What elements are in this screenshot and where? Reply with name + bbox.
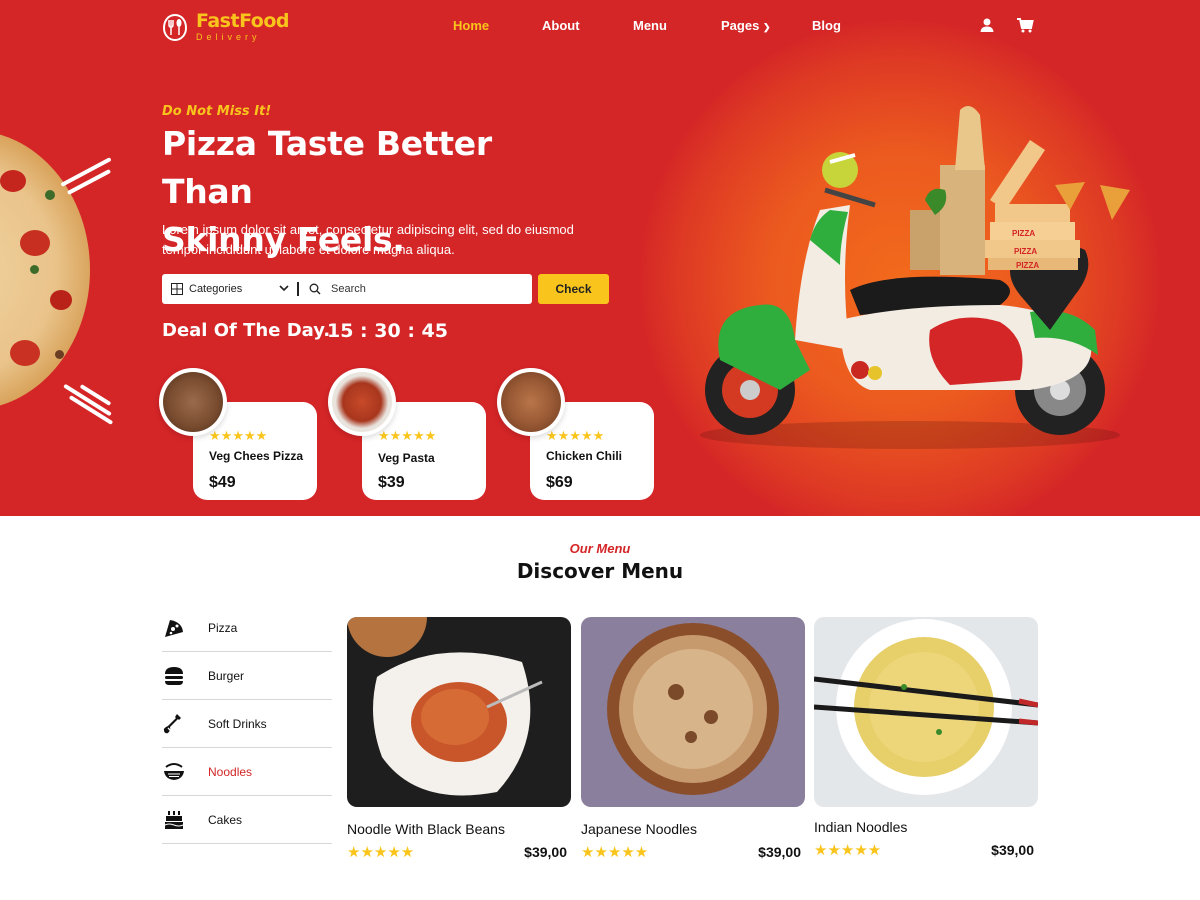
rating-stars: ★★★★★ [347,844,415,861]
category-label: Burger [208,668,245,683]
deal-card-name: Veg Chees Pizza [209,449,304,463]
category-label: Cakes [208,812,243,827]
category-item-pizza[interactable]: Pizza [162,604,332,652]
brand-name: FastFood [196,10,290,32]
deal-card-image [497,368,565,436]
deal-card-price: $69 [546,474,573,491]
nav-about[interactable]: About [542,18,580,33]
dish-name: Japanese Noodles [581,821,697,837]
dish-name: Noodle With Black Beans [347,821,505,837]
chevron-down-icon [279,283,289,296]
deal-card-price: $39 [378,474,405,491]
pizza-decoration [0,130,90,410]
cake-icon [162,808,186,832]
category-item-soft-drinks[interactable]: Soft Drinks [162,700,332,748]
search-divider [297,282,299,296]
dish-card[interactable]: Japanese Noodles ★★★★★ $39,00 [581,617,805,861]
dish-card[interactable]: Noodle With Black Beans ★★★★★ $39,00 [347,617,571,861]
category-select-label: Categories [189,283,243,295]
dish-price: $39,00 [991,842,1034,858]
svg-text:PIZZA: PIZZA [1014,247,1037,256]
rating-stars: ★★★★★ [378,428,437,443]
nav-menu[interactable]: Menu [633,18,667,33]
rating-stars: ★★★★★ [546,428,605,443]
cart-icon[interactable] [1016,16,1034,34]
bottle-icon [162,712,186,736]
deal-card-image [159,368,227,436]
rating-stars: ★★★★★ [581,844,649,861]
nav-home[interactable]: Home [453,18,489,33]
menu-title: Discover Menu [516,559,684,583]
dish-image [814,617,1038,807]
menu-category-list: Pizza Burger Soft Drinks Noodles Cakes [162,604,332,844]
brand-logo[interactable]: FastFood Delivery [162,10,290,42]
user-icon[interactable] [978,16,996,34]
chevron-down-icon: ❯ [762,22,771,32]
deal-timer: 15 : 30 : 45 [327,320,448,342]
category-label: Noodles [208,764,253,779]
hero-headline-line1: Pizza Taste Better Than [162,124,492,211]
pizza-icon [162,616,186,640]
hero-lead-line1: Lorem ipsum dolor sit amet, consectetur … [162,222,574,237]
nav-pages-label: Pages [721,18,760,33]
delivery-scooter-illustration: PIZZA PIZZA PIZZA [700,106,1130,449]
deal-card-name: Chicken Chili [546,449,623,463]
dish-price: $39,00 [524,844,567,860]
hero-section: FastFood Delivery Home About Menu Pages … [0,0,1200,516]
category-label: Soft Drinks [208,716,267,731]
rating-stars: ★★★★★ [209,428,268,443]
deal-label: Deal Of The Day. [162,320,331,341]
search-bar: Categories Search [162,274,532,304]
hero-lead: Lorem ipsum dolor sit amet, consectetur … [162,220,582,260]
nav-blog[interactable]: Blog [812,18,841,33]
rating-stars: ★★★★★ [814,842,882,859]
nav-icons [978,16,1034,34]
dish-name: Indian Noodles [814,819,908,835]
hero-lead-line2: tempor incididunt ut labore et dolore ma… [162,242,455,257]
hero-kicker: Do Not Miss It! [162,104,272,119]
menu-kicker: Our Menu [569,541,631,556]
nav-pages[interactable]: Pages ❯ [721,18,770,33]
dish-card[interactable]: Indian Noodles ★★★★★ $39,00 [814,617,1038,859]
deal-card-name: Veg Pasta [378,451,435,465]
search-icon [309,283,321,295]
brand-tagline: Delivery [196,32,261,42]
dish-image [347,617,571,807]
burger-icon [162,664,186,688]
deal-card-image [328,368,396,436]
fork-spoon-logo-icon [162,13,188,41]
category-item-burger[interactable]: Burger [162,652,332,700]
grid-icon [171,283,183,295]
dish-price: $39,00 [758,844,801,860]
search-input[interactable]: Search [331,283,366,295]
check-button[interactable]: Check [538,274,609,304]
dish-image [581,617,805,807]
svg-text:PIZZA: PIZZA [1016,261,1039,270]
category-item-noodles[interactable]: Noodles [162,748,332,796]
deal-card-price: $49 [209,474,236,491]
svg-text:PIZZA: PIZZA [1012,229,1035,238]
category-select[interactable]: Categories [162,274,297,304]
noodle-bowl-icon [162,760,186,784]
category-item-cakes[interactable]: Cakes [162,796,332,844]
category-label: Pizza [208,620,238,635]
